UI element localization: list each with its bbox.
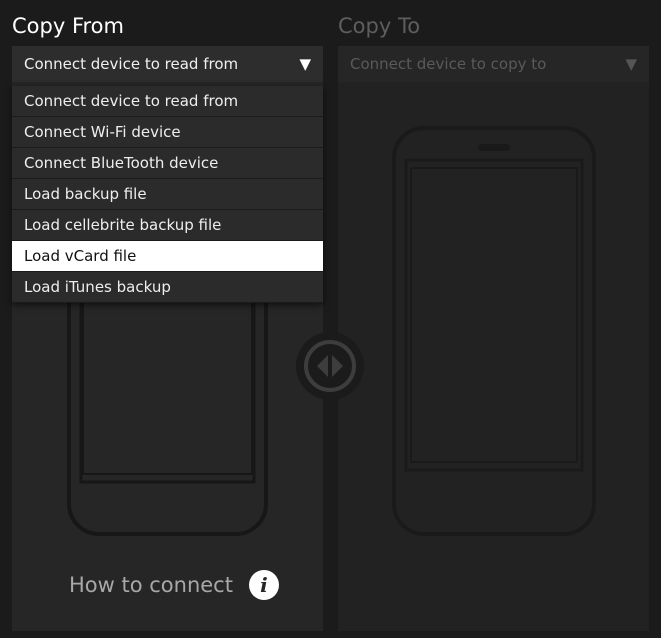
source-select[interactable]: Connect device to read from ▼ [12, 46, 323, 82]
copy-from-title: Copy From [12, 14, 124, 38]
how-to-connect-link[interactable]: How to connect i [69, 570, 279, 600]
triangle-down-icon: ▼ [299, 55, 311, 73]
dropdown-option-load-vcard[interactable]: Load vCard file [12, 241, 323, 271]
dropdown-option-load-backup[interactable]: Load backup file [12, 179, 323, 209]
dropdown-option-load-cellebrite[interactable]: Load cellebrite backup file [12, 210, 323, 240]
swap-arrows-icon [304, 340, 356, 392]
phone-outline-icon [392, 126, 596, 536]
swap-button[interactable] [296, 332, 364, 400]
source-dropdown-menu: Connect device to read from Connect Wi-F… [12, 86, 323, 303]
target-select-value: Connect device to copy to [350, 55, 547, 73]
copy-to-title: Copy To [338, 14, 421, 38]
dropdown-option-connect-device[interactable]: Connect device to read from [12, 86, 323, 116]
info-icon[interactable]: i [248, 570, 279, 600]
triangle-down-icon: ▼ [625, 55, 637, 73]
target-select[interactable]: Connect device to copy to ▼ [338, 46, 649, 82]
dropdown-option-load-itunes[interactable]: Load iTunes backup [12, 272, 323, 302]
copy-to-panel: Connect device to copy to ▼ [338, 46, 649, 631]
how-to-connect-label: How to connect [69, 573, 233, 597]
source-select-value: Connect device to read from [24, 55, 239, 73]
dropdown-option-connect-wifi[interactable]: Connect Wi-Fi device [12, 117, 323, 147]
dropdown-option-connect-bluetooth[interactable]: Connect BlueTooth device [12, 148, 323, 178]
